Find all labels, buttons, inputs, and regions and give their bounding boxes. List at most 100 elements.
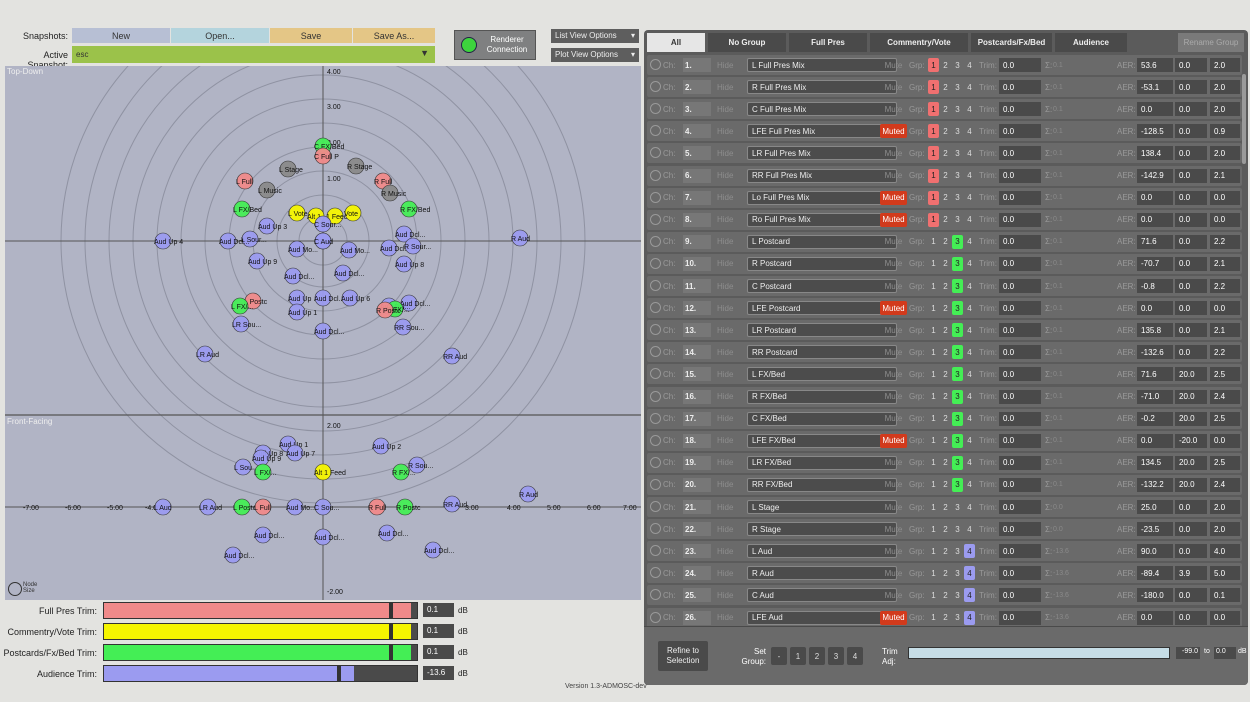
radius-field[interactable]: 0.0 <box>1210 212 1240 227</box>
elevation-field[interactable]: 3.9 <box>1175 566 1207 581</box>
top-view-node[interactable]: L Full <box>236 172 253 190</box>
channel-select-radio[interactable] <box>650 523 661 535</box>
channel-row[interactable]: Ch: 22. Hide R Stage Mute Grp: 1 2 3 4 Trim: 0.0 Σ: 0… <box>647 519 1242 540</box>
group-button-3[interactable]: 3 <box>952 411 963 426</box>
channel-row[interactable]: Ch: 13. Hide LR Postcard Mute Grp: 1 2 3 4 Trim: 0.… <box>647 320 1242 341</box>
channel-row[interactable]: Ch: 15. Hide L FX/Bed Mute Grp: 1 2 3 4 Trim: 0.0 Σ:… <box>647 364 1242 385</box>
channel-select-radio[interactable] <box>650 346 661 358</box>
plot-view-options-dropdown[interactable]: Plot View Options ▾ <box>551 48 639 62</box>
channel-select-radio[interactable] <box>650 611 661 623</box>
top-view-node[interactable]: R Aud <box>511 229 530 247</box>
hide-button[interactable]: Hide <box>717 611 733 625</box>
channel-number[interactable]: 12. <box>683 301 711 316</box>
hide-button[interactable]: Hide <box>717 213 733 227</box>
azimuth-field[interactable]: 134.5 <box>1137 455 1173 470</box>
mute-button[interactable]: Mute <box>880 58 907 72</box>
azimuth-field[interactable]: -132.2 <box>1137 477 1173 492</box>
mute-button[interactable]: Mute <box>880 279 907 293</box>
channel-trim-field[interactable]: 0.0 <box>999 411 1041 426</box>
group-button-4[interactable]: 4 <box>964 610 975 625</box>
group-button-2[interactable]: 2 <box>940 345 951 359</box>
channel-row[interactable]: Ch: 24. Hide R Aud Mute Grp: 1 2 3 4 Trim: 0.0 Σ: -13… <box>647 563 1242 584</box>
group-button-2[interactable]: 2 <box>940 478 951 492</box>
azimuth-field[interactable]: -89.4 <box>1137 566 1173 581</box>
channel-name-field[interactable]: LFE FX/Bed <box>747 433 897 448</box>
front-view-node[interactable]: L Aud <box>154 498 172 516</box>
channel-number[interactable]: 4. <box>683 124 711 139</box>
channel-number[interactable]: 24. <box>683 566 711 581</box>
hide-button[interactable]: Hide <box>717 169 733 183</box>
group-button-2[interactable]: 2 <box>940 611 951 625</box>
channel-select-radio[interactable] <box>650 147 661 159</box>
mute-button[interactable]: Mute <box>880 80 907 94</box>
hide-button[interactable]: Hide <box>717 323 733 337</box>
channel-row[interactable]: Ch: 2. Hide R Full Pres Mix Mute Grp: 1 2 3 4 Trim… <box>647 77 1242 98</box>
channel-number[interactable]: 13. <box>683 323 711 338</box>
group-button-4[interactable]: 4 <box>964 146 975 160</box>
hide-button[interactable]: Hide <box>717 279 733 293</box>
mute-button[interactable]: Mute <box>880 323 907 337</box>
radius-field[interactable]: 2.5 <box>1210 411 1240 426</box>
channel-name-field[interactable]: R Full Pres Mix <box>747 80 897 95</box>
group-button-1[interactable]: 1 <box>928 235 939 249</box>
channel-trim-field[interactable]: 0.0 <box>999 323 1041 338</box>
hide-button[interactable]: Hide <box>717 412 733 426</box>
group-button-3[interactable]: 3 <box>952 256 963 271</box>
top-view-node[interactable]: LR Sou... <box>232 315 261 333</box>
set-group-button-none[interactable]: - <box>771 647 787 665</box>
channel-row[interactable]: Ch: 8. Hide Ro Full Pres Mix Muted Grp: 1 2 3 4 Tr… <box>647 209 1242 230</box>
azimuth-field[interactable]: 0.0 <box>1137 212 1173 227</box>
radius-field[interactable]: 2.0 <box>1210 80 1240 95</box>
azimuth-field[interactable]: 138.4 <box>1137 146 1173 161</box>
group-button-4[interactable]: 4 <box>964 213 975 227</box>
group-button-2[interactable]: 2 <box>940 191 951 205</box>
channel-trim-field[interactable]: 0.0 <box>999 500 1041 514</box>
radius-field[interactable]: 4.0 <box>1210 544 1240 559</box>
mute-button[interactable]: Mute <box>880 345 907 359</box>
channel-select-radio[interactable] <box>650 257 661 269</box>
channel-select-radio[interactable] <box>650 169 661 181</box>
hide-button[interactable]: Hide <box>717 566 733 580</box>
group-button-1[interactable]: 1 <box>928 80 939 95</box>
channel-trim-field[interactable]: 0.0 <box>999 455 1041 470</box>
group-button-2[interactable]: 2 <box>940 588 951 602</box>
channel-row[interactable]: Ch: 6. Hide RR Full Pres Mix Mute Grp: 1 2 3 4 Tri… <box>647 165 1242 186</box>
node-size-control[interactable]: Node Size <box>8 580 38 598</box>
top-view-node[interactable]: Aud Up 6 <box>341 289 370 307</box>
channel-trim-field[interactable]: 0.0 <box>999 58 1041 72</box>
channel-trim-field[interactable]: 0.0 <box>999 610 1041 625</box>
set-group-button-4[interactable]: 4 <box>847 647 863 665</box>
group-button-3[interactable]: 3 <box>952 477 963 492</box>
channel-select-radio[interactable] <box>650 191 661 203</box>
channel-trim-field[interactable]: 0.0 <box>999 389 1041 404</box>
azimuth-field[interactable]: -71.0 <box>1137 389 1173 404</box>
group-button-3[interactable]: 3 <box>952 146 963 160</box>
front-view-node[interactable]: R Aud <box>519 485 538 503</box>
channel-name-field[interactable]: C Postcard <box>747 279 897 293</box>
channel-row[interactable]: Ch: 1. Hide L Full Pres Mix Mute Grp: 1 2 3 4 Trim… <box>647 55 1242 75</box>
channel-select-radio[interactable] <box>650 235 661 247</box>
trim-slider[interactable] <box>103 644 418 661</box>
azimuth-field[interactable]: -142.9 <box>1137 168 1173 183</box>
mute-button[interactable]: Mute <box>880 522 907 536</box>
group-button-3[interactable]: 3 <box>952 433 963 448</box>
renderer-connection-button[interactable]: Renderer Connection <box>454 30 536 60</box>
group-button-1[interactable]: 1 <box>928 588 939 602</box>
azimuth-field[interactable]: -128.5 <box>1137 124 1173 139</box>
channel-number[interactable]: 14. <box>683 345 711 360</box>
elevation-field[interactable]: -20.0 <box>1175 433 1207 448</box>
elevation-field[interactable]: 0.0 <box>1175 301 1207 316</box>
radius-field[interactable]: 2.0 <box>1210 146 1240 161</box>
elevation-field[interactable]: 0.0 <box>1175 256 1207 271</box>
mute-button[interactable]: Mute <box>880 257 907 271</box>
group-button-2[interactable]: 2 <box>940 456 951 470</box>
channel-number[interactable]: 7. <box>683 190 711 205</box>
group-button-2[interactable]: 2 <box>940 500 951 514</box>
group-button-3[interactable]: 3 <box>952 588 963 602</box>
channel-name-field[interactable]: R Stage <box>747 522 897 537</box>
radius-field[interactable]: 2.2 <box>1210 345 1240 360</box>
channel-number[interactable]: 2. <box>683 80 711 95</box>
radius-field[interactable]: 5.0 <box>1210 566 1240 581</box>
top-view-node[interactable]: Aud Dcl... <box>284 267 314 285</box>
channel-name-field[interactable]: R FX/Bed <box>747 389 897 404</box>
